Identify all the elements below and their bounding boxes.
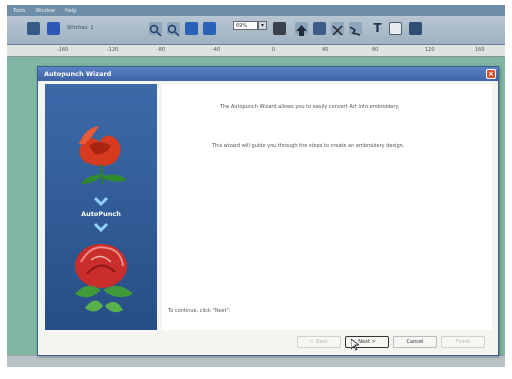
screen-photo: Tools Window Help Stitches: 1 69% ▾ T -1… [7, 5, 505, 367]
chevron-down-icon[interactable]: ▾ [258, 21, 267, 30]
menu-window[interactable]: Window [35, 8, 55, 14]
monogram-icon[interactable] [389, 22, 402, 35]
up-arrow-icon[interactable] [295, 22, 308, 36]
continue-hint: To continue, click "Next". [168, 308, 231, 314]
text-tool-icon[interactable]: T [371, 22, 384, 35]
zoom-actual-icon[interactable] [203, 22, 216, 35]
menu-help[interactable]: Help [65, 8, 76, 14]
ruler-tick: 160 [475, 47, 485, 53]
back-button[interactable]: < Back [297, 336, 341, 348]
stitch-tool-icon[interactable] [27, 22, 40, 35]
hoop-icon[interactable] [273, 22, 286, 35]
status-bar [7, 355, 505, 367]
color-swatch-icon[interactable] [47, 22, 60, 35]
ruler-tick: 0 [272, 47, 276, 53]
guide-text: This wizard will guide you through the s… [212, 143, 405, 149]
embroidered-rose-icon [75, 244, 133, 313]
zoom-in-icon[interactable] [149, 22, 162, 37]
connect-icon[interactable] [349, 22, 362, 36]
ruler-tick: -80 [157, 47, 166, 53]
menu-bar: Tools Window Help [7, 5, 505, 16]
sewing-machine-icon[interactable] [409, 22, 422, 35]
zoom-level-select[interactable]: 69% [233, 21, 258, 30]
autopunch-label: AutoPunch [81, 210, 121, 218]
zoom-out-icon[interactable] [167, 22, 180, 37]
ruler-tick: 120 [425, 47, 435, 53]
autopunch-wizard-dialog: Autopunch Wizard × AutoPunch The Autopun… [37, 66, 499, 356]
stitches-count: Stitches: 1 [67, 25, 94, 31]
image-import-icon[interactable] [313, 22, 326, 35]
horizontal-ruler: -160 -120 -80 -40 0 40 80 120 160 [7, 45, 505, 57]
ruler-tick: -120 [107, 47, 119, 53]
toolbar: Stitches: 1 69% ▾ T [7, 16, 505, 45]
ruler-tick: 40 [322, 47, 329, 53]
intro-text: The Autopunch Wizard allows you to easil… [220, 104, 400, 110]
wizard-content: The Autopunch Wizard allows you to easil… [162, 84, 492, 330]
rose-icon [79, 126, 127, 185]
finish-button[interactable]: Finish [441, 336, 485, 348]
close-icon[interactable]: × [486, 69, 496, 79]
wizard-side-panel: AutoPunch [45, 84, 157, 330]
zoom-fit-icon[interactable] [185, 22, 198, 35]
mouse-cursor-icon [351, 339, 359, 351]
scissors-icon[interactable] [331, 22, 344, 36]
menu-tools[interactable]: Tools [13, 8, 25, 14]
ruler-tick: -160 [57, 47, 69, 53]
ruler-tick: -40 [212, 47, 221, 53]
cancel-button[interactable]: Cancel [393, 336, 437, 348]
dialog-title: Autopunch Wizard [38, 67, 498, 81]
ruler-tick: 80 [372, 47, 379, 53]
rose-illustrations [75, 126, 133, 313]
